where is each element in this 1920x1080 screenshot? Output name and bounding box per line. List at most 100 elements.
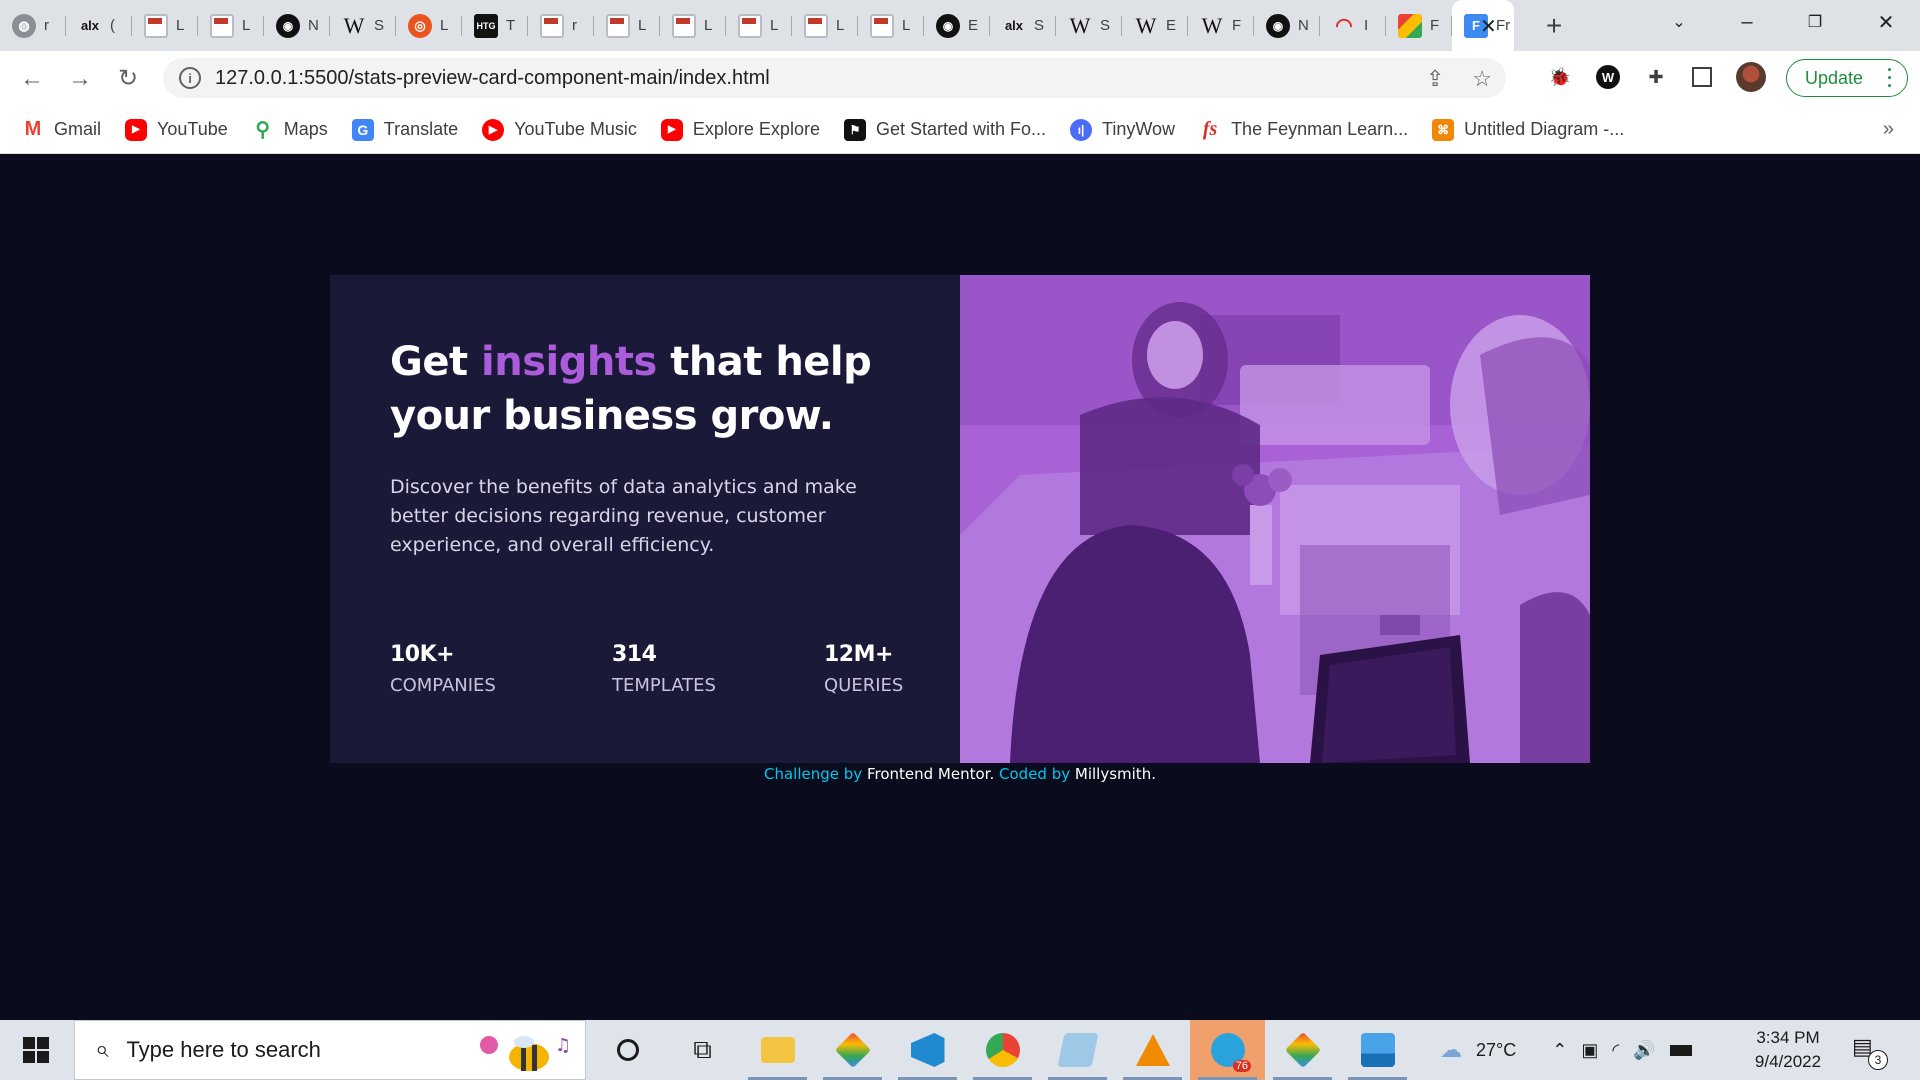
task-view-button[interactable]: ⧉ [665, 1020, 740, 1080]
vscode-button[interactable] [890, 1020, 965, 1080]
search-placeholder[interactable]: Type here to search [126, 1037, 320, 1063]
update-button[interactable]: Update · · · [1786, 59, 1908, 97]
volume-icon[interactable]: 🔊 [1633, 1040, 1655, 1061]
browser-tab[interactable]: ◍ r [0, 0, 66, 51]
new-tab-button[interactable]: + [1534, 10, 1574, 42]
cortana-icon [616, 1039, 639, 1061]
notification-center-icon[interactable]: ▤ 3 [1852, 1034, 1888, 1070]
wappalyzer-icon[interactable]: W [1596, 65, 1620, 89]
chevron-up-icon[interactable]: ⌃ [1552, 1040, 1567, 1061]
extensions-area: 🐞 W ✚ [1548, 62, 1766, 92]
app-diamond-button-2[interactable] [1265, 1020, 1340, 1080]
bookmark-item[interactable]: ▶ YouTube [125, 118, 228, 141]
clock[interactable]: 3:34 PM 9/4/2022 [1740, 1026, 1836, 1074]
device-icon[interactable]: ▣ [1581, 1040, 1598, 1061]
tab-title: L [176, 17, 185, 34]
more-bookmarks-icon[interactable]: » [1883, 118, 1894, 141]
github-icon: ◉ [276, 13, 300, 38]
browser-tab[interactable]: WE [1122, 0, 1188, 51]
start-button[interactable] [0, 1020, 72, 1080]
site-info-icon[interactable]: i [179, 67, 201, 89]
vlc-button[interactable] [1115, 1020, 1190, 1080]
browser-tab[interactable]: L [726, 0, 792, 51]
translate-icon: G [351, 118, 374, 141]
github-icon: ◉ [936, 13, 960, 38]
tab-title: E [968, 17, 979, 34]
browser-tab[interactable]: ◉ N [1254, 0, 1320, 51]
restore-icon[interactable]: ❐ [1781, 0, 1849, 44]
diagram-icon: ⌘ [1432, 118, 1455, 141]
address-bar[interactable]: i 127.0.0.1:5500/stats-preview-card-comp… [163, 58, 1506, 98]
taskbar-search[interactable]: ⌕ Type here to search ♫ [74, 1020, 586, 1080]
tab-title: r [44, 17, 49, 34]
browser-tab[interactable]: WS [1056, 0, 1122, 51]
tab-search-icon[interactable]: ⌄ [1645, 0, 1713, 44]
browser-tab[interactable]: HTG T [462, 0, 528, 51]
weather-temp[interactable]: 27°C [1476, 1040, 1516, 1061]
bookmark-item[interactable]: ⚑ Get Started with Fo... [843, 118, 1046, 141]
photos-button[interactable] [1340, 1020, 1415, 1080]
browser-tab[interactable]: alx S [990, 0, 1056, 51]
telegram-button[interactable]: 76 [1190, 1020, 1265, 1080]
puzzle-extensions-icon[interactable]: ✚ [1644, 65, 1668, 89]
wifi-icon[interactable]: ◜ [1612, 1040, 1619, 1061]
search-highlight-bee-icon: ♫ [480, 1035, 571, 1071]
browser-tab[interactable]: L [858, 0, 924, 51]
app-diamond-button[interactable] [815, 1020, 890, 1080]
bookmark-item[interactable]: ⚲ Maps [252, 119, 327, 141]
bookmark-item[interactable]: ⌘ Untitled Diagram -... [1432, 118, 1624, 141]
frontend-mentor-link[interactable]: Frontend Mentor [867, 765, 990, 783]
bookmark-item[interactable]: fs The Feynman Learn... [1199, 118, 1408, 141]
notepad-button[interactable] [1040, 1020, 1115, 1080]
share-icon[interactable]: ⇪ [1426, 66, 1444, 92]
minimize-icon[interactable]: – [1713, 0, 1781, 44]
browser-tab[interactable]: WS [330, 0, 396, 51]
weather-cloud-icon[interactable]: ☁ [1440, 1037, 1462, 1063]
side-panel-icon[interactable] [1692, 67, 1712, 87]
cortana-button[interactable] [590, 1020, 665, 1080]
tab-title: r [572, 17, 577, 34]
bookmark-star-icon[interactable]: ☆ [1472, 66, 1492, 92]
bookmark-item[interactable]: G Translate [351, 118, 458, 141]
browser-tab[interactable]: L [132, 0, 198, 51]
browser-tab[interactable]: ◉ E [924, 0, 990, 51]
close-window-icon[interactable]: ✕ [1852, 0, 1920, 44]
browser-tab[interactable]: F [1386, 0, 1452, 51]
file-explorer-button[interactable] [740, 1020, 815, 1080]
browser-tab[interactable]: L [594, 0, 660, 51]
browser-tab[interactable]: alx ( [66, 0, 132, 51]
browser-tab[interactable]: r [528, 0, 594, 51]
forward-icon[interactable]: → [56, 59, 104, 99]
bug-extension-icon[interactable]: 🐞 [1548, 65, 1572, 89]
stat-value: 314 [612, 642, 657, 667]
tab-close-icon[interactable]: ✕ [1480, 14, 1497, 39]
author-link[interactable]: Millysmith [1075, 765, 1151, 783]
tab-title: F [1232, 17, 1242, 34]
bookmark-item[interactable]: ▶ Explore Explore [660, 118, 820, 141]
browser-tab[interactable]: ◠ I [1320, 0, 1386, 51]
card-description: Discover the benefits of data analytics … [390, 476, 857, 556]
browser-tab[interactable]: L [792, 0, 858, 51]
bookmark-item[interactable]: M Gmail [22, 118, 102, 141]
document-icon [210, 13, 234, 38]
browser-tab[interactable]: L [198, 0, 264, 51]
tab-title: F [1430, 17, 1440, 34]
url-text[interactable]: 127.0.0.1:5500/stats-preview-card-compon… [215, 67, 770, 90]
reload-icon[interactable]: ↻ [104, 59, 152, 99]
browser-tab[interactable]: WF [1188, 0, 1254, 51]
bookmark-label: Gmail [54, 119, 102, 139]
bookmark-item[interactable]: ▶ YouTube Music [482, 118, 637, 141]
bookmark-item[interactable]: ı| TinyWow [1070, 118, 1175, 141]
browser-tab[interactable]: ◎ L [396, 0, 462, 51]
tab-title: S [1034, 17, 1045, 34]
battery-icon[interactable] [1669, 1044, 1692, 1056]
tab-title: L [770, 17, 779, 34]
browser-tab[interactable]: L [660, 0, 726, 51]
back-icon[interactable]: ← [8, 59, 56, 99]
chrome-button[interactable] [965, 1020, 1040, 1080]
document-icon [540, 13, 564, 38]
avatar[interactable] [1736, 62, 1766, 92]
browser-tab[interactable]: ◉ N [264, 0, 330, 51]
diamond-app-icon [1284, 1031, 1321, 1069]
menu-dots-icon[interactable]: · · · [1887, 61, 1893, 95]
